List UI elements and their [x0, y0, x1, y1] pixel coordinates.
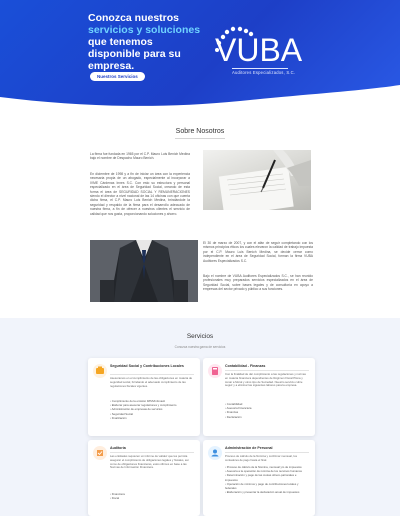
about-title-underline: [175, 138, 225, 139]
card-divider: [110, 452, 194, 453]
social-security-icon: [93, 364, 107, 378]
card-title: Auditoría: [110, 446, 126, 450]
list-item: Declaración: [225, 415, 309, 419]
list-item: Determinación y pago de las cuotas obrer…: [225, 473, 309, 481]
card-divider: [110, 374, 194, 375]
logo-wordmark: VUBA: [215, 32, 303, 68]
about-paragraph-1: La firma fue fundada en 1965 por el C.P.…: [90, 152, 190, 161]
card-bullet-list: Financiera Fiscal: [110, 492, 194, 500]
list-item: Finalización: [110, 416, 194, 420]
accounting-icon: [208, 364, 222, 378]
card-description: Asesoramos en el cumplimiento de las obl…: [110, 376, 193, 388]
logo-divider: [232, 68, 288, 69]
list-item: Elaboración y presentar la declaración a…: [225, 490, 309, 494]
about-paragraph-2: En diciembre de 1998 y a fin de iniciar …: [90, 172, 190, 216]
audit-icon: [93, 446, 107, 460]
hero-title-part1: Conozca nuestros: [88, 12, 180, 24]
businessman-image: [90, 240, 198, 302]
hero-title: Conozca nuestros servicios y soluciones …: [88, 12, 208, 72]
signing-document-image: [203, 150, 311, 210]
card-divider: [225, 452, 309, 453]
card-bullet-list: Cumplimiento de la emisión IMSS/Infonavi…: [110, 399, 194, 420]
card-bullet-list: Proceso de cálculo de la Nómina, mensual…: [225, 465, 309, 494]
service-card-social-security[interactable]: Seguridad Social y Contribuciones Locale…: [88, 358, 200, 436]
about-paragraph-3: El 30 de marzo de 2007, y con el afán de…: [203, 241, 313, 263]
card-divider: [225, 370, 309, 371]
card-title: Seguridad Social y Contribuciones Locale…: [110, 364, 184, 368]
about-paragraph-4: Bajo el nombre de VUBA Auditores Especia…: [203, 274, 313, 292]
hero-wave-divider: [0, 85, 400, 108]
services-subtitle: Conozca nuestra gama de servicios: [174, 345, 226, 349]
card-description: Proceso de cálculo de la Nómina y confir…: [225, 454, 297, 462]
card-description: Con la finalidad de dar cumplimiento a l…: [225, 372, 306, 388]
hero-title-accent: servicios y soluciones: [88, 24, 201, 36]
hero-title-part2: que tenemos disponible para su empresa.: [88, 36, 181, 72]
list-item: Operación de mínimos y pago de contribuc…: [225, 482, 309, 490]
service-card-audit[interactable]: Auditoría Las entidades requieren un inf…: [88, 440, 200, 516]
card-description: Las entidades requieren un informe de va…: [110, 454, 189, 470]
card-title: Administración de Personal: [225, 446, 273, 450]
logo-subtitle: Auditores Especializados, S.C.: [232, 70, 296, 75]
hero-banner: Conozca nuestros servicios y soluciones …: [0, 0, 400, 108]
card-bullet-list: Contabilidad Asesoría Financiera Finanza…: [225, 402, 309, 419]
services-title: Servicios: [186, 333, 214, 340]
personnel-icon: [208, 446, 222, 460]
service-card-personnel[interactable]: Administración de Personal Proceso de cá…: [203, 440, 315, 516]
card-title: Contabilidad - Finanzas: [225, 364, 266, 368]
service-card-accounting[interactable]: Contabilidad - Finanzas Con la finalidad…: [203, 358, 315, 436]
list-item: Fiscal: [110, 496, 194, 500]
about-title: Sobre Nosotros: [175, 128, 225, 135]
